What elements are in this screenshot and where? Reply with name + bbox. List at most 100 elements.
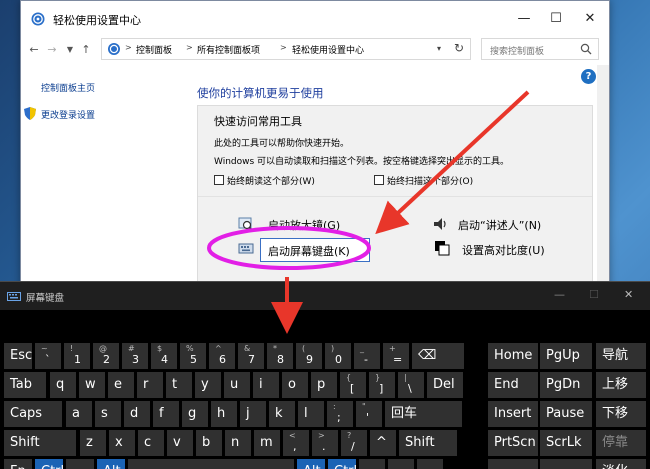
key-symbol[interactable]: & 7: [238, 343, 264, 369]
key-nav[interactable]: PgUp: [540, 343, 592, 369]
close-button[interactable]: ✕: [577, 7, 603, 31]
key-symbol[interactable]: >.: [312, 430, 338, 456]
key-letter[interactable]: i: [253, 372, 279, 398]
key-letter[interactable]: w: [79, 372, 105, 398]
up-arrow-icon[interactable]: ↑: [79, 43, 93, 56]
key-ctrl[interactable]: Ctrl: [35, 459, 63, 469]
key-letter[interactable]: s: [95, 401, 121, 427]
key-down-arrow[interactable]: [388, 459, 414, 469]
key-letter[interactable]: h: [211, 401, 237, 427]
key-nav[interactable]: Home: [488, 343, 538, 369]
key-left-arrow[interactable]: [359, 459, 385, 469]
key-symbol[interactable]: ^ 6: [209, 343, 235, 369]
key-fn[interactable]: Fn: [4, 459, 32, 469]
key-nav[interactable]: 停靠: [596, 430, 646, 456]
key-symbol[interactable]: <,: [283, 430, 309, 456]
key-symbol[interactable]: :;: [327, 401, 353, 427]
key-letter[interactable]: b: [196, 430, 222, 456]
key-shift-right[interactable]: Shift: [399, 430, 457, 456]
key-space[interactable]: [128, 459, 294, 469]
key-shift-left[interactable]: Shift: [4, 430, 76, 456]
key-alt[interactable]: Alt: [97, 459, 125, 469]
key-letter[interactable]: z: [80, 430, 106, 456]
key-tab[interactable]: Tab: [4, 372, 46, 398]
key-ctrl-right[interactable]: Ctrl: [328, 459, 356, 469]
key-letter[interactable]: x: [109, 430, 135, 456]
key-nav[interactable]: End: [488, 372, 538, 398]
recent-locations-chevron-icon[interactable]: ▼: [63, 45, 77, 54]
maximize-button[interactable]: ☐: [543, 7, 569, 31]
key-letter[interactable]: v: [167, 430, 193, 456]
key-nav[interactable]: PrtScn: [488, 430, 538, 456]
key-letter[interactable]: p: [311, 372, 337, 398]
key-letter[interactable]: t: [166, 372, 192, 398]
key-letter[interactable]: e: [108, 372, 134, 398]
set-high-contrast-link[interactable]: 设置高对比度(U): [462, 242, 545, 258]
key-caps[interactable]: Caps: [4, 401, 62, 427]
key-del[interactable]: Del: [427, 372, 463, 398]
key-letter[interactable]: d: [124, 401, 150, 427]
key-nav[interactable]: 下移: [596, 401, 646, 427]
key-nav[interactable]: 导航: [596, 343, 646, 369]
checkbox-box[interactable]: [374, 175, 384, 185]
key-symbol[interactable]: #3: [122, 343, 148, 369]
key-symbol[interactable]: % 5: [180, 343, 206, 369]
key-letter[interactable]: f: [153, 401, 179, 427]
key-symbol[interactable]: _ -: [354, 343, 380, 369]
breadcrumb-ease-of-access[interactable]: 轻松使用设置中心: [292, 43, 364, 56]
key-symbol[interactable]: ) 0: [325, 343, 351, 369]
key-letter[interactable]: y: [195, 372, 221, 398]
key-win[interactable]: [66, 459, 94, 469]
key-letter[interactable]: u: [224, 372, 250, 398]
address-box[interactable]: > 控制面板 > 所有控制面板项 > 轻松使用设置中心 ▾ ↻: [101, 38, 471, 60]
key-symbol[interactable]: {[: [340, 372, 366, 398]
key-symbol[interactable]: }]: [369, 372, 395, 398]
back-arrow-icon[interactable]: ←: [27, 43, 41, 56]
key-nav[interactable]: ScrLk: [540, 430, 592, 456]
search-icon[interactable]: [580, 43, 592, 55]
key-nav[interactable]: 上移: [596, 372, 646, 398]
address-dropdown-icon[interactable]: ▾: [437, 44, 441, 53]
scrollbar[interactable]: [597, 65, 609, 299]
key-symbol[interactable]: | \: [398, 372, 424, 398]
key-letter[interactable]: n: [225, 430, 251, 456]
key-symbol[interactable]: ? /: [341, 430, 367, 456]
key-letter[interactable]: q: [50, 372, 76, 398]
osk-minimize-button[interactable]: —: [554, 288, 565, 301]
key-nav[interactable]: Insert: [488, 401, 538, 427]
key-nav[interactable]: 淡化: [596, 459, 646, 469]
key-letter[interactable]: g: [182, 401, 208, 427]
key-letter[interactable]: r: [137, 372, 163, 398]
start-narrator-link[interactable]: 启动“讲述人”(N): [458, 217, 541, 233]
key-letter[interactable]: o: [282, 372, 308, 398]
key-symbol[interactable]: $4: [151, 343, 177, 369]
search-input[interactable]: 搜索控制面板: [481, 38, 599, 60]
breadcrumb-all-items[interactable]: 所有控制面板项: [197, 43, 260, 56]
key-nav[interactable]: PgDn: [540, 372, 592, 398]
sidebar-change-logon-link[interactable]: 更改登录设置: [41, 108, 95, 121]
scan-section-checkbox[interactable]: 始终扫描这个部分(O): [374, 174, 473, 187]
key-symbol[interactable]: ! 1: [64, 343, 90, 369]
key-enter[interactable]: 回车: [385, 401, 462, 427]
osk-maximize-button[interactable]: ☐: [589, 288, 599, 301]
key-symbol[interactable]: @2: [93, 343, 119, 369]
help-icon[interactable]: ?: [581, 69, 596, 84]
key-letter[interactable]: k: [269, 401, 295, 427]
key-up-arrow[interactable]: ^: [370, 430, 396, 456]
key-backspace[interactable]: ⌫: [412, 343, 464, 369]
title-bar[interactable]: 轻松使用设置中心 — ☐ ✕: [21, 1, 609, 37]
key-letter[interactable]: j: [240, 401, 266, 427]
breadcrumb-control-panel[interactable]: 控制面板: [136, 43, 172, 56]
key-nav[interactable]: [540, 459, 592, 469]
checkbox-box[interactable]: [214, 175, 224, 185]
key-symbol[interactable]: + =: [383, 343, 409, 369]
key-symbol[interactable]: " ': [356, 401, 382, 427]
key-letter[interactable]: a: [66, 401, 92, 427]
key-letter[interactable]: m: [254, 430, 280, 456]
key-symbol[interactable]: ~ `: [35, 343, 61, 369]
key-letter[interactable]: l: [298, 401, 324, 427]
key-nav[interactable]: [488, 459, 538, 469]
key-right-arrow[interactable]: [417, 459, 443, 469]
sidebar-control-panel-home-link[interactable]: 控制面板主页: [41, 81, 95, 94]
start-onscreen-keyboard-link[interactable]: 启动屏幕键盘(K): [260, 238, 370, 262]
